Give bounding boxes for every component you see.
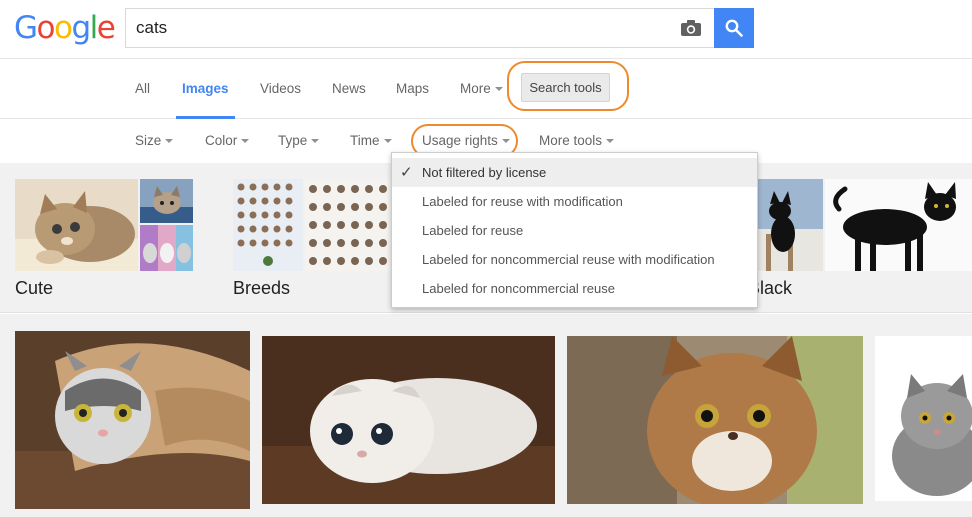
tab-more-label: More (460, 81, 491, 96)
tool-color[interactable]: Color (205, 119, 250, 163)
result-image-scottish-fold[interactable] (262, 336, 555, 504)
search-button[interactable] (714, 8, 754, 48)
chevron-down-icon (383, 139, 392, 144)
tool-size-label: Size (135, 133, 162, 148)
camera-icon[interactable] (680, 19, 702, 37)
search-box (125, 8, 715, 48)
logo-letter: o (54, 10, 73, 46)
breeds-chart-thumbnail-2[interactable] (305, 179, 391, 271)
cute-kitten-thumbnail-2[interactable] (140, 179, 193, 223)
menu-item-not-filtered[interactable]: ✓ Not filtered by license (392, 158, 757, 187)
category-label-breeds[interactable]: Breeds (233, 278, 290, 299)
chevron-down-icon (501, 139, 510, 144)
breeds-chart-thumbnail[interactable] (233, 179, 303, 271)
cute-kitten-thumbnail[interactable] (15, 179, 138, 271)
black-cat-thumbnail-2[interactable] (825, 179, 972, 271)
tool-time[interactable]: Time (350, 119, 392, 163)
chevron-down-icon (311, 139, 320, 144)
tab-images[interactable]: Images (176, 59, 235, 119)
logo-letter: G (14, 10, 38, 46)
menu-item-label: Labeled for noncommercial reuse (422, 281, 615, 296)
tab-maps[interactable]: Maps (396, 59, 429, 119)
tool-time-label: Time (350, 133, 380, 148)
menu-item-noncommercial-modification[interactable]: Labeled for noncommercial reuse with mod… (392, 245, 757, 274)
tool-type-label: Type (278, 133, 308, 148)
menu-item-noncommercial[interactable]: Labeled for noncommercial reuse (392, 274, 757, 303)
tool-usage-rights-label: Usage rights (422, 133, 498, 148)
category-label-cute[interactable]: Cute (15, 278, 53, 299)
result-image-surprised-cat[interactable] (567, 336, 863, 504)
logo-letter: g (71, 10, 91, 46)
google-logo[interactable]: Google (14, 8, 116, 48)
tab-more[interactable]: More (460, 59, 503, 119)
menu-item-label: Labeled for reuse (422, 223, 524, 238)
menu-item-reuse-modification[interactable]: Labeled for reuse with modification (392, 187, 757, 216)
menu-item-label: Labeled for reuse with modification (422, 194, 623, 209)
usage-rights-menu: ✓ Not filtered by license Labeled for re… (391, 152, 758, 308)
menu-item-label: Labeled for noncommercial reuse with mod… (422, 252, 715, 267)
checkmark-icon: ✓ (400, 164, 413, 181)
logo-letter: o (36, 10, 56, 46)
menu-item-reuse[interactable]: Labeled for reuse (392, 216, 757, 245)
search-tools-button[interactable]: Search tools (521, 73, 610, 102)
search-input[interactable] (136, 9, 656, 47)
chevron-down-icon (241, 139, 250, 144)
tab-news[interactable]: News (332, 59, 366, 119)
cute-kitten-thumbnail-3[interactable] (140, 225, 193, 271)
nav-tabs: All Images Videos News Maps More (0, 58, 972, 119)
black-cat-thumbnail[interactable] (758, 179, 823, 271)
image-results (0, 314, 972, 517)
header: Google (0, 0, 972, 58)
tool-type[interactable]: Type (278, 119, 320, 163)
menu-item-label: Not filtered by license (422, 165, 547, 180)
search-icon (725, 19, 743, 37)
tab-all[interactable]: All (135, 59, 150, 119)
chevron-down-icon (165, 139, 174, 144)
chevron-down-icon (494, 87, 503, 92)
tool-size[interactable]: Size (135, 119, 174, 163)
logo-letter: l (89, 10, 99, 46)
tool-color-label: Color (205, 133, 238, 148)
logo-letter: e (96, 10, 116, 46)
chevron-down-icon (606, 139, 615, 144)
tool-more-tools-label: More tools (539, 133, 603, 148)
result-image-cat-in-paper[interactable] (15, 331, 250, 509)
result-image-tabby-kitten[interactable] (875, 336, 972, 501)
tab-videos[interactable]: Videos (260, 59, 301, 119)
